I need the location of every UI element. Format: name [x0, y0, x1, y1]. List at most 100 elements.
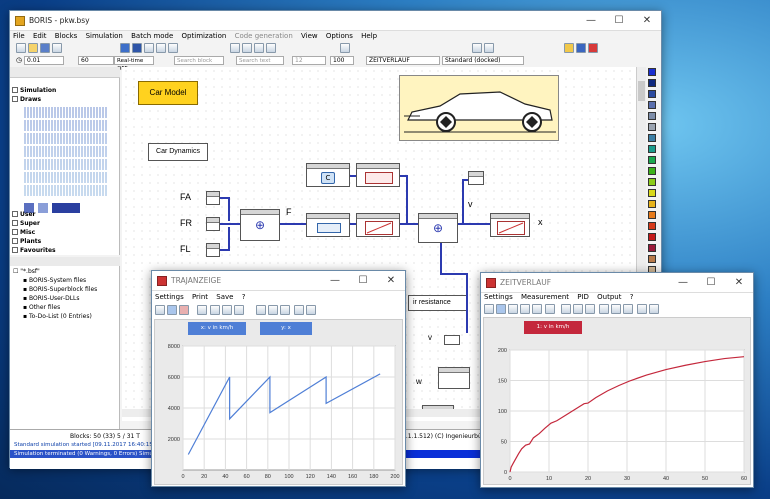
print-icon[interactable] [222, 305, 232, 315]
split-icon[interactable] [520, 304, 530, 314]
zeit-menu-settings[interactable]: Settings [481, 292, 516, 303]
zeit-minimize-button[interactable]: — [669, 273, 697, 293]
tree-root[interactable]: ☐ "*.bsf" [13, 267, 97, 276]
traj-legend-x[interactable]: x: v in km/h [188, 322, 246, 335]
palette-swatch[interactable] [648, 79, 656, 87]
grid-icon[interactable] [484, 304, 494, 314]
exit-icon[interactable] [588, 43, 598, 53]
tree-item-superblock[interactable]: ▪ BORIS-Superblock files [13, 285, 97, 294]
palette-swatch[interactable] [648, 211, 656, 219]
v-input-block[interactable] [444, 335, 460, 345]
traj-menu-settings[interactable]: Settings [152, 292, 187, 303]
palette-swatch[interactable] [648, 255, 656, 263]
menu-blocks[interactable]: Blocks [52, 31, 81, 42]
menu-batch-mode[interactable]: Batch mode [128, 31, 176, 42]
traj-close-button[interactable]: ✕ [377, 271, 405, 291]
zeit-menu-measurement[interactable]: Measurement [518, 292, 572, 303]
palette-swatch[interactable] [648, 222, 656, 230]
realtime-dropdown[interactable]: Real-time OFF [114, 56, 154, 72]
paste-icon[interactable] [266, 43, 276, 53]
export-icon[interactable] [234, 305, 244, 315]
brush-icon[interactable] [197, 305, 207, 315]
help-icon[interactable] [576, 43, 586, 53]
menu-help[interactable]: Help [358, 31, 380, 42]
category-draws[interactable]: Draws [12, 96, 41, 103]
zeit-menu-pid[interactable]: PID [574, 292, 592, 303]
palette-swatch[interactable] [648, 134, 656, 142]
list-icon[interactable] [167, 305, 177, 315]
zoom-in-icon[interactable] [294, 305, 304, 315]
edit-icon[interactable] [599, 304, 609, 314]
tree-item-system[interactable]: ▪ BORIS-System files [13, 276, 97, 285]
zeit-close-button[interactable]: ✕ [725, 273, 753, 293]
traj-minimize-button[interactable]: — [321, 271, 349, 291]
palette-swatch[interactable] [648, 123, 656, 131]
font-size-field[interactable]: 12 [292, 56, 326, 65]
integrator-block-2[interactable] [490, 213, 530, 237]
step-size-field[interactable]: 0.01 [24, 56, 64, 65]
palette-swatch[interactable] [648, 156, 656, 164]
settings-icon[interactable] [168, 43, 178, 53]
grid-icon[interactable] [155, 305, 165, 315]
zoom-field[interactable]: 100 [330, 56, 354, 65]
menu-optimization[interactable]: Optimization [179, 31, 230, 42]
copy-icon[interactable] [585, 304, 595, 314]
zoom-out-icon[interactable] [649, 304, 659, 314]
maximize-button[interactable]: ☐ [605, 11, 633, 31]
open-folder-icon[interactable] [28, 43, 38, 53]
palette-swatch[interactable] [648, 68, 656, 76]
category-favourites[interactable]: Favourites [12, 247, 56, 254]
close-button[interactable]: ✕ [633, 11, 661, 31]
zeit-menu-output[interactable]: Output [594, 292, 624, 303]
dock-mode-dropdown[interactable]: Standard (docked) [442, 56, 524, 65]
palette-swatch[interactable] [648, 90, 656, 98]
traj-legend-y[interactable]: y: x [260, 322, 312, 335]
palette-swatch[interactable] [648, 101, 656, 109]
gain-block[interactable] [306, 213, 350, 237]
font-icon[interactable] [268, 305, 278, 315]
category-misc[interactable]: Misc [12, 229, 35, 236]
traj-menu-help[interactable]: ? [239, 292, 249, 303]
traj-maximize-button[interactable]: ☐ [349, 271, 377, 291]
sum-block[interactable]: ⊕ [240, 209, 280, 241]
menu-file[interactable]: File [10, 31, 28, 42]
print-icon[interactable] [52, 43, 62, 53]
export-icon[interactable] [573, 304, 583, 314]
display-block[interactable] [356, 163, 400, 187]
integrator-block-1[interactable] [356, 213, 400, 237]
align-icon[interactable] [340, 43, 350, 53]
new-file-icon[interactable] [16, 43, 26, 53]
font-icon[interactable] [611, 304, 621, 314]
tree-item-other[interactable]: ▪ Other files [13, 303, 97, 312]
zoom-out-icon[interactable] [306, 305, 316, 315]
block-select-dropdown[interactable]: ZEITVERLAUF [366, 56, 440, 65]
crosshair-icon[interactable] [179, 305, 189, 315]
fr-block[interactable] [206, 217, 220, 231]
palette-swatch[interactable] [648, 200, 656, 208]
palette-swatch[interactable] [648, 178, 656, 186]
scroll-thumb[interactable] [638, 81, 645, 101]
menu-code-generation[interactable]: Code generation [232, 31, 296, 42]
copy-icon[interactable] [254, 43, 264, 53]
stop-icon[interactable] [132, 43, 142, 53]
category-simulation[interactable]: Simulation [12, 87, 56, 94]
fa-block[interactable] [206, 191, 220, 205]
save-icon[interactable] [40, 43, 50, 53]
v-output-block[interactable] [468, 171, 484, 185]
fl-block[interactable] [206, 243, 220, 257]
category-user[interactable]: User [12, 211, 35, 218]
menu-edit[interactable]: Edit [30, 31, 50, 42]
palette-swatch[interactable] [648, 189, 656, 197]
palette-swatch[interactable] [648, 167, 656, 175]
category-super[interactable]: Super [12, 220, 40, 227]
menu-simulation[interactable]: Simulation [83, 31, 126, 42]
tree-item-todo[interactable]: ▪ To-Do-List (0 Entries) [13, 312, 97, 321]
undo-icon[interactable] [230, 43, 240, 53]
menu-view[interactable]: View [298, 31, 321, 42]
minimize-button[interactable]: — [577, 11, 605, 31]
print-icon[interactable] [561, 304, 571, 314]
car-model-block[interactable]: Car Model [138, 81, 198, 105]
step-icon[interactable] [156, 43, 166, 53]
palette-swatch[interactable] [648, 233, 656, 241]
steps-field[interactable]: 60 [78, 56, 114, 65]
